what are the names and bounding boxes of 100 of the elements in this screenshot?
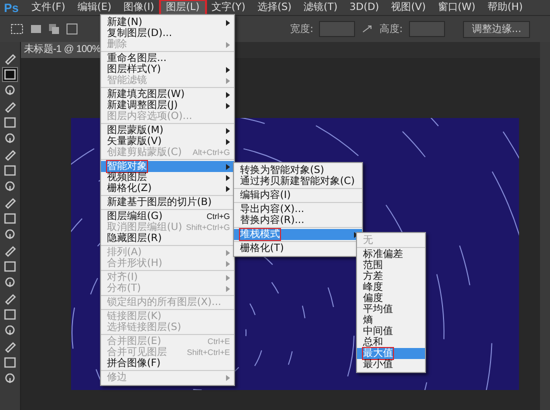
menu-item-label: 编辑内容(I) [240, 190, 291, 201]
tool-icon[interactable] [3, 84, 17, 97]
tool-icon[interactable] [3, 340, 17, 353]
menu-item[interactable]: 标准偏差 [357, 249, 425, 260]
menu-item[interactable]: 导出内容(X)... [234, 204, 362, 215]
shortcut-label: Ctrl+E [208, 337, 230, 346]
width-label: 宽度: [290, 22, 314, 36]
menu-item[interactable]: 视频图层 [101, 172, 234, 183]
menu-item-label: 峰度 [363, 282, 383, 293]
shortcut-label: Shift+Ctrl+E [186, 348, 230, 357]
menu-item-label: 平均值 [363, 304, 393, 315]
menu-item[interactable]: 总和 [357, 337, 425, 348]
menu-item[interactable]: 图层编组(G) Ctrl+G [101, 211, 234, 222]
menu-item[interactable]: 新建填充图层(W) [101, 89, 234, 100]
tool-icon[interactable] [3, 372, 17, 385]
menu-item[interactable]: 新建基于图层的切片(B) [101, 197, 234, 208]
menu-item-label: 选择链接图层(S) [107, 322, 182, 333]
menu-item-label: 矢量蒙版(V) [107, 136, 162, 147]
menu-bar-item[interactable]: 图像(I) [118, 1, 160, 14]
menu-item-label: 熵 [363, 315, 373, 326]
menu-bar-item[interactable]: 3D(D) [344, 1, 384, 14]
tool-icon[interactable] [3, 308, 17, 321]
app-logo: Ps [3, 0, 20, 14]
tool-icon[interactable] [3, 212, 17, 225]
menu-item-label: 导出内容(X)... [240, 204, 304, 215]
tool-icon[interactable] [3, 116, 17, 129]
menu-item[interactable]: 隐藏图层(R) [101, 233, 234, 244]
height-label: 高度: [379, 22, 403, 36]
menu-item[interactable]: 替换内容(R)... [234, 215, 362, 226]
tool-icon[interactable] [3, 244, 17, 257]
height-field[interactable] [408, 21, 445, 37]
width-field[interactable] [319, 21, 356, 37]
tool-icon[interactable] [3, 324, 17, 337]
menu-item-label: 栅格化(T) [240, 243, 284, 254]
menu-item[interactable]: 中间值 [357, 326, 425, 337]
menu-item-label: 智能滤镜 [107, 75, 147, 86]
menu-item[interactable]: 拼合图像(F) [101, 358, 234, 369]
tool-icon[interactable] [3, 132, 17, 145]
tool-icon[interactable] [3, 356, 17, 369]
add-selection-icon[interactable] [48, 23, 60, 35]
menu-item-label: 最大值 [363, 348, 393, 359]
menu-item-label: 重命名图层... [107, 53, 167, 64]
menu-item[interactable]: 转换为智能对象(S) [234, 165, 362, 176]
menu-item-label: 合并形状(H) [107, 258, 162, 269]
tool-icon[interactable] [3, 260, 17, 273]
menu-bar-item[interactable]: 图层(L) [161, 1, 205, 14]
tool-icon[interactable] [3, 148, 17, 161]
menu-item-label: 新建(N) [107, 17, 142, 28]
menu-item-label: 链接图层(K) [107, 311, 162, 322]
swap-icon[interactable] [361, 23, 374, 35]
menu-item[interactable]: 新建(N) [101, 17, 234, 28]
tool-icon[interactable] [3, 100, 17, 113]
tool-icon[interactable] [3, 52, 17, 65]
menu-item-label: 方差 [363, 271, 383, 282]
menu-item[interactable]: 平均值 [357, 304, 425, 315]
menu-item-label: 合并可见图层 [107, 347, 167, 358]
menu-bar-item[interactable]: 文字(Y) [206, 1, 250, 14]
refine-edge-button[interactable]: 调整边缘... [462, 20, 530, 38]
tool-icon[interactable] [3, 276, 17, 289]
shortcut-label: Shift+Ctrl+G [186, 223, 230, 232]
menu-item-label: 堆栈模式 [240, 229, 280, 240]
menu-item-label: 复制图层(D)... [107, 28, 172, 39]
menu-item[interactable]: 最小值 [357, 359, 425, 370]
tool-icon[interactable] [3, 68, 17, 81]
menu-item-label: 取消图层编组(U) [107, 222, 182, 233]
menu-item[interactable]: 重命名图层... [101, 53, 234, 64]
tool-icon[interactable] [3, 196, 17, 209]
menu-bar-item[interactable]: 文件(F) [26, 1, 70, 14]
menu-item[interactable]: 编辑内容(I) [234, 190, 362, 201]
shortcut-label: Alt+Ctrl+G [192, 148, 230, 157]
menu-item-label: 标准偏差 [363, 249, 403, 260]
menu-item[interactable]: 新建调整图层(J) [101, 100, 234, 111]
tool-icon[interactable] [3, 180, 17, 193]
menu-item[interactable]: 方差 [357, 271, 425, 282]
menu-item[interactable]: 峰度 [357, 282, 425, 293]
menu-item-label: 拼合图像(F) [107, 358, 161, 369]
tool-icon[interactable] [3, 292, 17, 305]
menu-bar-item[interactable]: 帮助(H) [482, 1, 528, 14]
menu-item[interactable]: 复制图层(D)... [101, 28, 234, 39]
menu-bar-item[interactable]: 滤镜(T) [298, 1, 343, 14]
menu-bar-item[interactable]: 窗口(W) [432, 1, 480, 14]
menu-item[interactable]: 偏度 [357, 293, 425, 304]
menu-item-label: 图层样式(Y) [107, 64, 161, 75]
menu-item-label: 图层编组(G) [107, 211, 163, 222]
menu-item[interactable]: 矢量蒙版(V) [101, 136, 234, 147]
menu-item[interactable]: 图层蒙版(M) [101, 125, 234, 136]
menu-item[interactable]: 栅格化(Z) [101, 183, 234, 194]
tool-icon[interactable] [3, 164, 17, 177]
tool-icon[interactable] [3, 228, 17, 241]
menu-item[interactable]: 范围 [357, 260, 425, 271]
menu-item-label: 创建剪贴蒙版(C) [107, 147, 182, 158]
marquee-tool-icon[interactable] [10, 23, 24, 35]
menu-bar-item[interactable]: 选择(S) [252, 1, 297, 14]
menu-item[interactable]: 熵 [357, 315, 425, 326]
menu-bar-item[interactable]: 编辑(E) [72, 1, 116, 14]
menu-bar-item[interactable]: 视图(V) [386, 1, 431, 14]
menu-item-label: 中间值 [363, 326, 393, 337]
menu-item[interactable]: 图层样式(Y) [101, 64, 234, 75]
menu-item-label: 修边 [107, 372, 127, 383]
menu-item-label: 新建填充图层(W) [107, 89, 185, 100]
